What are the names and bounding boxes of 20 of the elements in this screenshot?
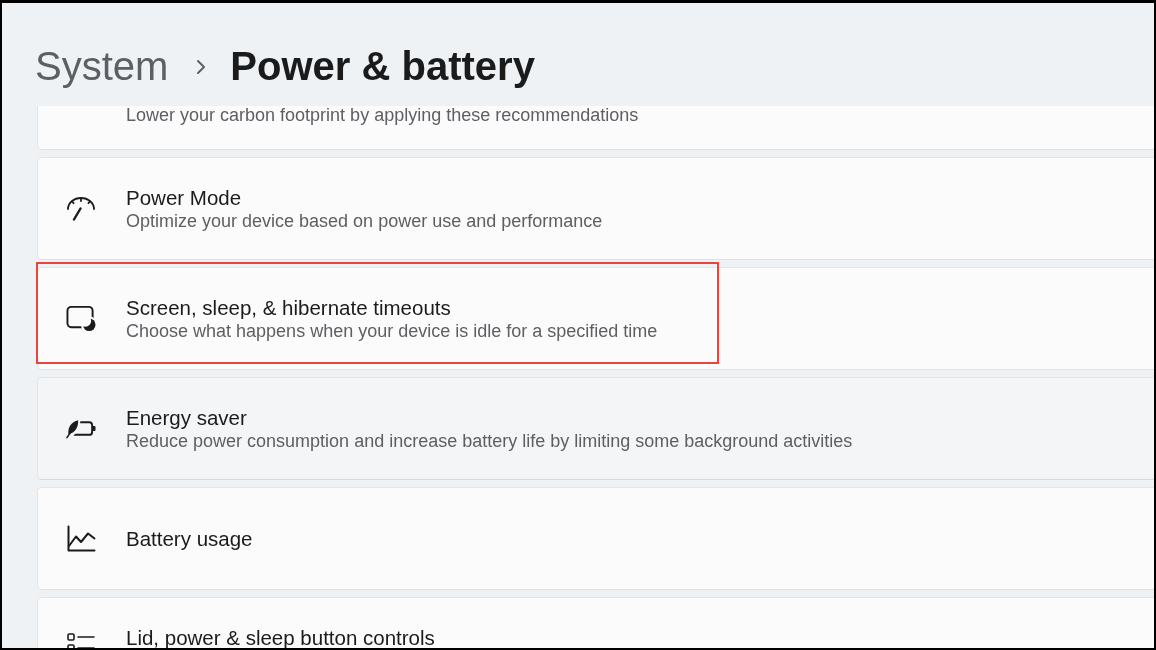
settings-card[interactable]: Energy saver Reduce power consumption and increase battery life by limiting some background activities bbox=[37, 377, 1154, 480]
item-description: Choose what happens when your device is idle for a specified time bbox=[126, 319, 658, 343]
screen-moon-icon bbox=[66, 305, 96, 332]
speedometer-icon bbox=[66, 196, 96, 221]
item-title: Power Mode bbox=[126, 184, 243, 210]
settings-card[interactable]: Power Mode Optimize your device based on power use and performance bbox=[37, 157, 1154, 260]
item-description: Reduce power consumption and increase battery life by limiting some background activities bbox=[126, 429, 853, 453]
settings-card[interactable]: Battery usage bbox=[37, 487, 1154, 590]
list-icon bbox=[67, 633, 95, 648]
breadcrumb-parent[interactable]: System bbox=[35, 42, 169, 90]
line-chart-icon bbox=[66, 525, 96, 552]
item-description: Optimize your device based on power use and performance bbox=[126, 209, 603, 233]
item-title: Battery usage bbox=[126, 526, 253, 551]
item-title: Energy saver bbox=[126, 404, 248, 430]
settings-card[interactable]: Lower your carbon footprint by applying these recommendations bbox=[37, 106, 1154, 150]
item-title: Screen, sleep, & hibernate timeouts bbox=[126, 294, 452, 320]
leaf-battery-icon bbox=[66, 418, 96, 439]
page-title: Power & battery bbox=[230, 43, 535, 90]
item-description: Lower your carbon footprint by applying these recommendations bbox=[126, 106, 639, 124]
chevron-right-icon bbox=[196, 59, 207, 75]
